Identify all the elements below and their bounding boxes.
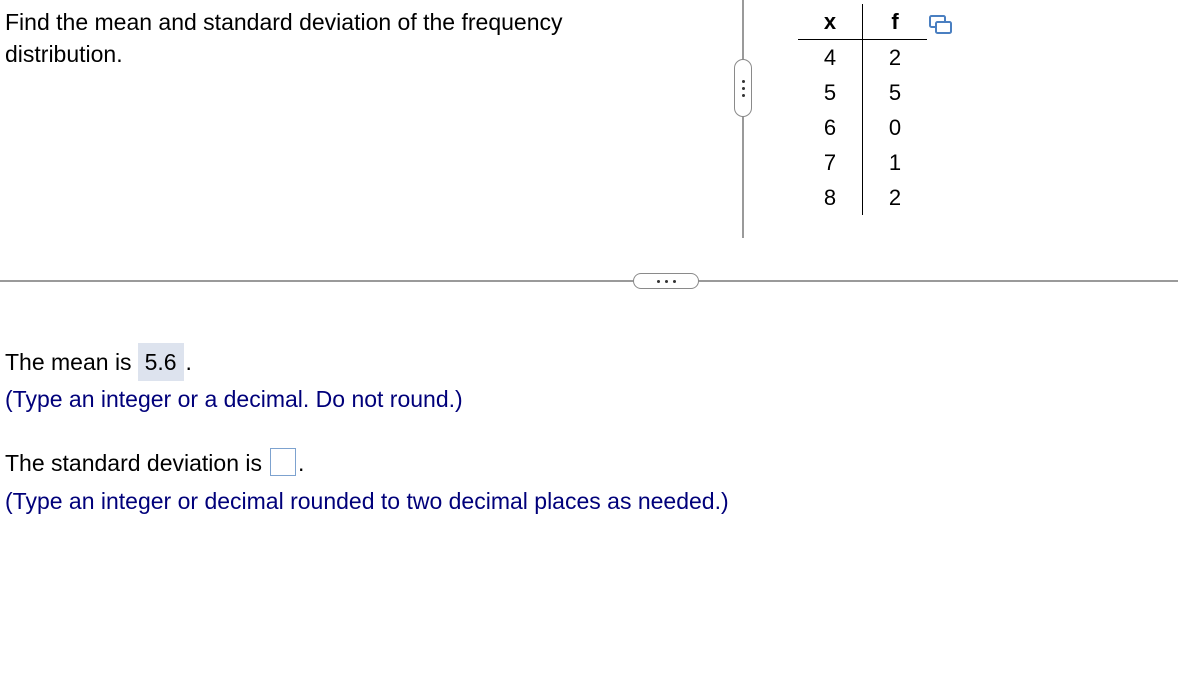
sd-answer-line: The standard deviation is. [5,447,304,479]
table-row: 8 2 [798,180,927,215]
column-header-f: f [862,4,927,40]
cell-f: 1 [888,149,902,175]
table-row: 6 0 [798,110,927,145]
mean-answer-line: The mean is 5.6. [5,343,192,381]
cell-x: 6 [798,110,863,145]
cell-f: 2 [888,184,902,210]
copy-table-button[interactable] [928,12,954,38]
more-horizontal-icon [672,279,676,283]
standard-deviation-input[interactable] [270,447,296,476]
sd-label: The standard deviation is [5,450,262,476]
frequency-table: x f 4 2 5 5 6 0 7 1 8 2 [798,4,927,215]
cell-x: 7 [798,145,863,180]
copy-icon [929,15,952,34]
more-horizontal-icon [656,279,660,283]
mean-instruction: (Type an integer or a decimal. Do not ro… [5,386,463,412]
horizontal-resize-handle[interactable] [633,273,699,289]
cell-x: 4 [798,39,863,75]
table-row: 5 5 [798,75,927,110]
mean-period: . [185,349,192,375]
mean-label: The mean is [5,349,132,375]
vertical-resize-handle[interactable] [734,59,752,117]
column-header-x: x [798,4,863,40]
cell-f: 2 [888,44,902,70]
table-header-row: x f [798,4,927,40]
cell-x: 5 [798,75,863,110]
cell-f: 5 [888,79,902,105]
cell-x: 8 [798,180,863,215]
mean-answer-value[interactable]: 5.6 [137,343,184,381]
sd-period: . [298,450,305,476]
more-vertical-icon [741,79,745,83]
more-vertical-icon [741,86,745,90]
more-vertical-icon [741,93,745,97]
horizontal-divider[interactable] [0,280,1178,282]
question-text: Find the mean and standard deviation of … [5,9,563,67]
more-horizontal-icon [664,279,668,283]
table-row: 7 1 [798,145,927,180]
table-row: 4 2 [798,39,927,75]
vertical-divider[interactable] [742,0,744,238]
sd-instruction: (Type an integer or decimal rounded to t… [5,488,729,514]
cell-f: 0 [888,114,902,140]
